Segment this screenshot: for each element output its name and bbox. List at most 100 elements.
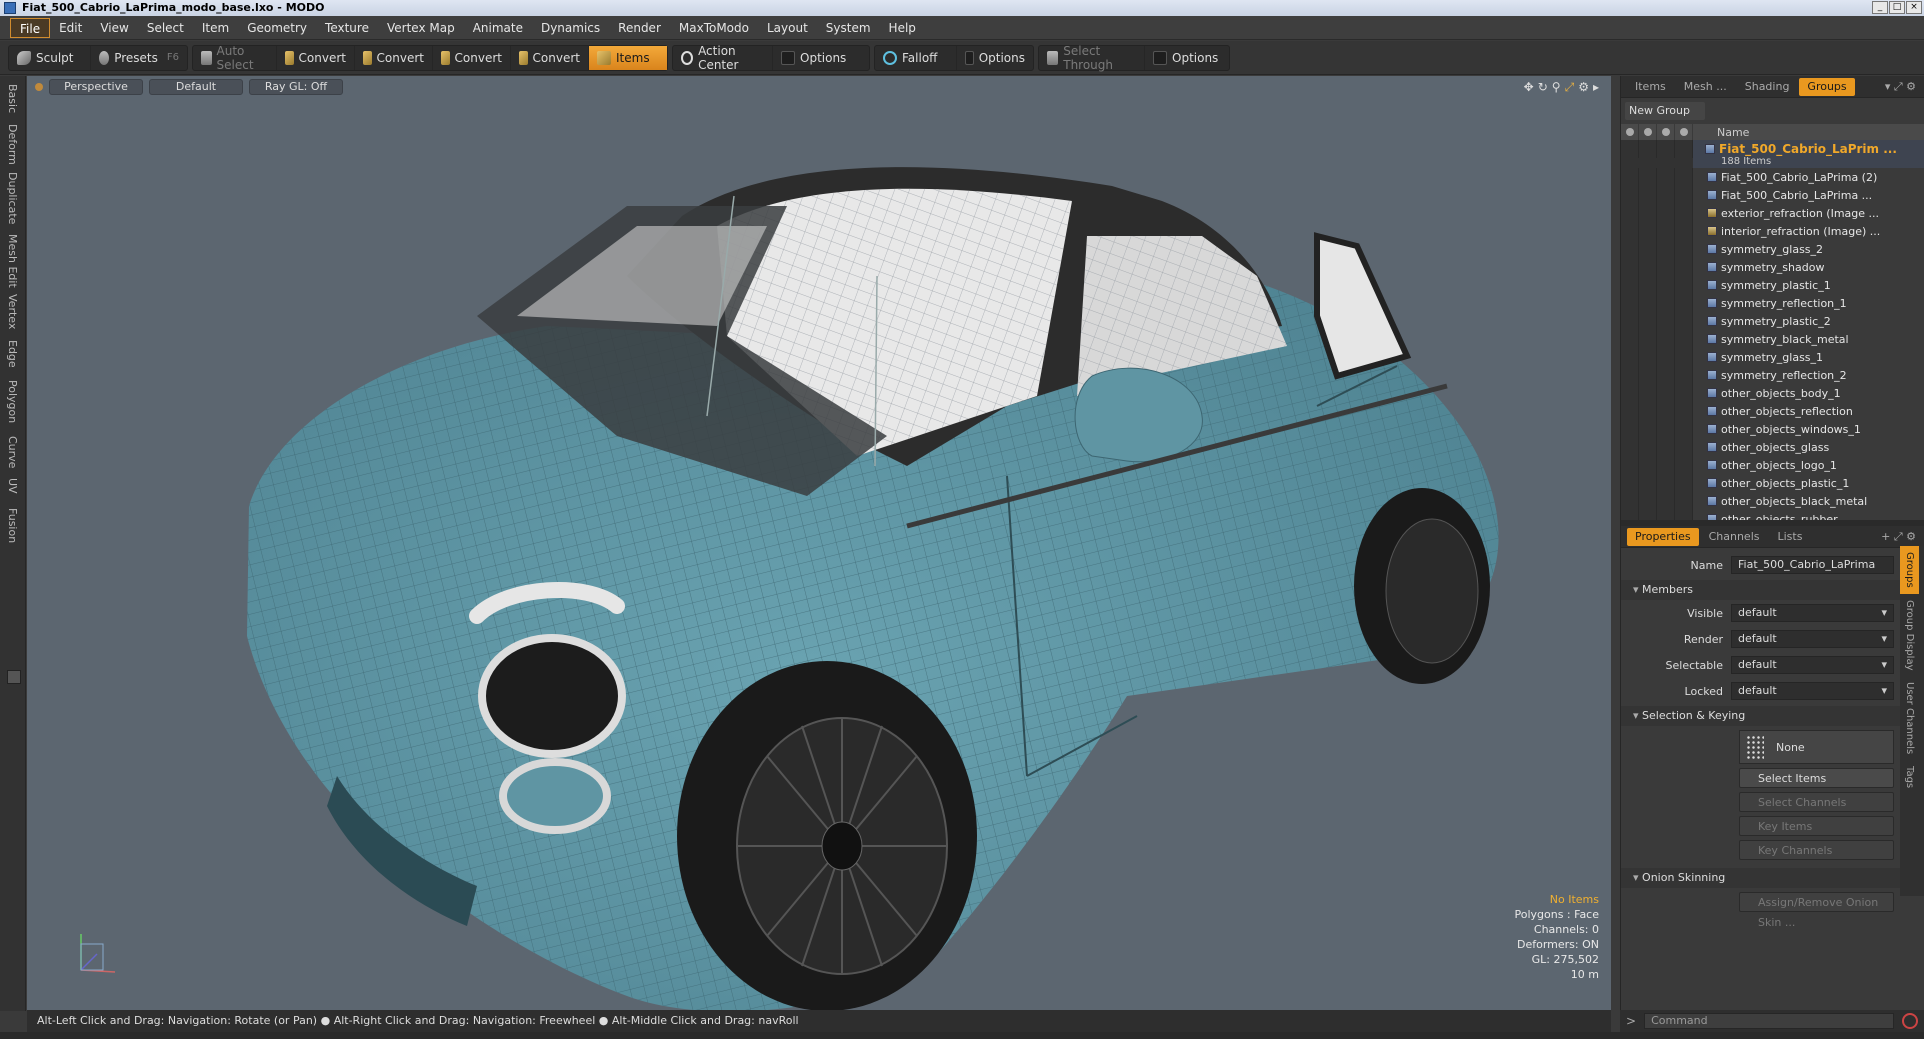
tree-item-row[interactable]: symmetry_reflection_1 — [1621, 294, 1924, 312]
vtab-groups[interactable]: Groups — [1900, 546, 1919, 594]
menu-vertex-map[interactable]: Vertex Map — [378, 18, 464, 38]
tab-edge[interactable]: Edge — [6, 340, 19, 368]
render-icon[interactable] — [1639, 124, 1657, 140]
vtab-tags[interactable]: Tags — [1900, 760, 1919, 794]
falloff-options-button[interactable]: Options — [957, 46, 1033, 70]
visible-dropdown[interactable]: default — [1731, 604, 1894, 622]
locked-dropdown[interactable]: default — [1731, 682, 1894, 700]
action-center-button[interactable]: Action Center — [673, 44, 773, 72]
name-column-header[interactable]: Name — [1693, 126, 1749, 139]
action-center-options-button[interactable]: Options — [773, 46, 869, 70]
close-button[interactable]: × — [1906, 1, 1922, 14]
tree-item-row[interactable]: Fiat_500_Cabrio_LaPrima ... — [1621, 186, 1924, 204]
menu-texture[interactable]: Texture — [316, 18, 378, 38]
convert-vertices-button[interactable]: Convert — [277, 45, 355, 70]
convert-polygons-button[interactable]: Convert — [433, 45, 511, 70]
menu-help[interactable]: Help — [880, 18, 925, 38]
tab-fusion[interactable]: Fusion — [6, 508, 19, 543]
tree-item-row[interactable]: symmetry_plastic_1 — [1621, 276, 1924, 294]
menu-system[interactable]: System — [817, 18, 880, 38]
selection-keying-section[interactable]: Selection & Keying — [1621, 706, 1924, 726]
tab-uv[interactable]: UV — [6, 478, 19, 494]
tree-item-row[interactable]: other_objects_reflection — [1621, 402, 1924, 420]
3d-viewport[interactable]: Perspective Default Ray GL: Off ✥ ↻ ⚲ ⤢ … — [27, 76, 1611, 1010]
tab-basic[interactable]: Basic — [6, 84, 19, 113]
tree-item-row[interactable]: exterior_refraction (Image ... — [1621, 204, 1924, 222]
tree-item-row[interactable]: other_objects_rubber — [1621, 510, 1924, 520]
tab-items[interactable]: Items — [1627, 78, 1674, 96]
convert-edges-button[interactable]: Convert — [355, 45, 433, 70]
group-row[interactable]: Fiat_500_Cabrio_LaPrim ... 188 Items — [1621, 140, 1924, 168]
menu-item[interactable]: Item — [193, 18, 238, 38]
items-mode-button[interactable]: Items — [589, 45, 667, 70]
tree-item-row[interactable]: symmetry_glass_1 — [1621, 348, 1924, 366]
panel-toggle-button[interactable] — [7, 670, 21, 684]
record-icon[interactable] — [1902, 1013, 1918, 1029]
menu-maxtomodo[interactable]: MaxToModo — [670, 18, 758, 38]
members-section[interactable]: Members — [1621, 580, 1924, 600]
auto-select-button[interactable]: Auto Select — [193, 44, 277, 72]
menu-render[interactable]: Render — [609, 18, 670, 38]
menu-edit[interactable]: Edit — [50, 18, 91, 38]
menu-select[interactable]: Select — [138, 18, 193, 38]
select-items-button[interactable]: Select Items — [1739, 768, 1894, 788]
tree-item-row[interactable]: symmetry_reflection_2 — [1621, 366, 1924, 384]
tab-deform[interactable]: Deform — [6, 124, 19, 165]
tree-item-row[interactable]: other_objects_plastic_1 — [1621, 474, 1924, 492]
zoom-icon[interactable]: ⚲ — [1552, 80, 1561, 95]
presets-button[interactable]: Presets F6 — [91, 46, 187, 70]
menu-dynamics[interactable]: Dynamics — [532, 18, 609, 38]
vtab-group-display[interactable]: Group Display — [1900, 594, 1919, 676]
tree-item-row[interactable]: symmetry_shadow — [1621, 258, 1924, 276]
menu-geometry[interactable]: Geometry — [238, 18, 316, 38]
tree-item-row[interactable]: interior_refraction (Image) ... — [1621, 222, 1924, 240]
add-tab-icon[interactable]: + ⤢ ⚙ — [1881, 530, 1924, 544]
pan-icon[interactable]: ✥ — [1524, 80, 1534, 95]
tab-mesh[interactable]: Mesh ... — [1676, 78, 1735, 96]
raygl-toggle[interactable]: Ray GL: Off — [249, 79, 343, 95]
vtab-user-channels[interactable]: User Channels — [1900, 676, 1919, 760]
menu-file[interactable]: File — [10, 17, 51, 38]
render-dropdown[interactable]: default — [1731, 630, 1894, 648]
minimize-button[interactable]: _ — [1872, 1, 1888, 14]
eye-icon[interactable] — [1621, 124, 1639, 140]
tree-item-row[interactable]: other_objects_logo_1 — [1621, 456, 1924, 474]
falloff-button[interactable]: Falloff — [875, 45, 957, 70]
tree-item-row[interactable]: other_objects_black_metal — [1621, 492, 1924, 510]
viewport-menu-icon[interactable] — [35, 83, 43, 91]
convert-materials-button[interactable]: Convert — [511, 45, 589, 70]
tab-channels[interactable]: Channels — [1701, 528, 1768, 546]
menu-layout[interactable]: Layout — [758, 18, 817, 38]
new-group-button[interactable]: New Group — [1625, 102, 1705, 120]
sculpt-button[interactable]: Sculpt — [9, 45, 91, 70]
tab-groups[interactable]: Groups — [1799, 77, 1855, 96]
rotate-icon[interactable]: ↻ — [1538, 80, 1548, 95]
tree-item-row[interactable]: symmetry_plastic_2 — [1621, 312, 1924, 330]
tree-item-row[interactable]: Fiat_500_Cabrio_LaPrima (2) — [1621, 168, 1924, 186]
key-channels-button[interactable]: Key Channels — [1739, 840, 1894, 860]
select-icon[interactable] — [1675, 124, 1693, 140]
view-mode-dropdown[interactable]: Perspective — [49, 79, 143, 95]
none-selector[interactable]: None — [1739, 730, 1894, 764]
menu-view[interactable]: View — [91, 18, 137, 38]
tab-properties[interactable]: Properties — [1627, 527, 1699, 546]
shading-dropdown[interactable]: Default — [149, 79, 243, 95]
fit-icon[interactable]: ⤢ — [1565, 80, 1575, 95]
tab-duplicate[interactable]: Duplicate — [6, 172, 19, 224]
tab-vertex[interactable]: Vertex — [6, 294, 19, 329]
name-field[interactable]: Fiat_500_Cabrio_LaPrima — [1731, 556, 1894, 574]
expand-icon[interactable]: ▸ — [1593, 80, 1599, 95]
command-input[interactable]: Command — [1644, 1013, 1894, 1029]
tab-lists[interactable]: Lists — [1770, 528, 1811, 546]
tree-item-row[interactable]: other_objects_body_1 — [1621, 384, 1924, 402]
select-through-options-button[interactable]: Options — [1145, 46, 1229, 70]
onion-skinning-section[interactable]: Onion Skinning — [1621, 868, 1924, 888]
selectable-dropdown[interactable]: default — [1731, 656, 1894, 674]
tab-curve[interactable]: Curve — [6, 436, 19, 468]
panel-expand-icon[interactable]: ▾ ⤢ ⚙ — [1885, 80, 1924, 94]
tree-item-row[interactable]: symmetry_black_metal — [1621, 330, 1924, 348]
tree-item-row[interactable]: other_objects_windows_1 — [1621, 420, 1924, 438]
tab-shading[interactable]: Shading — [1737, 78, 1798, 96]
key-items-button[interactable]: Key Items — [1739, 816, 1894, 836]
tab-polygon[interactable]: Polygon — [6, 380, 19, 423]
